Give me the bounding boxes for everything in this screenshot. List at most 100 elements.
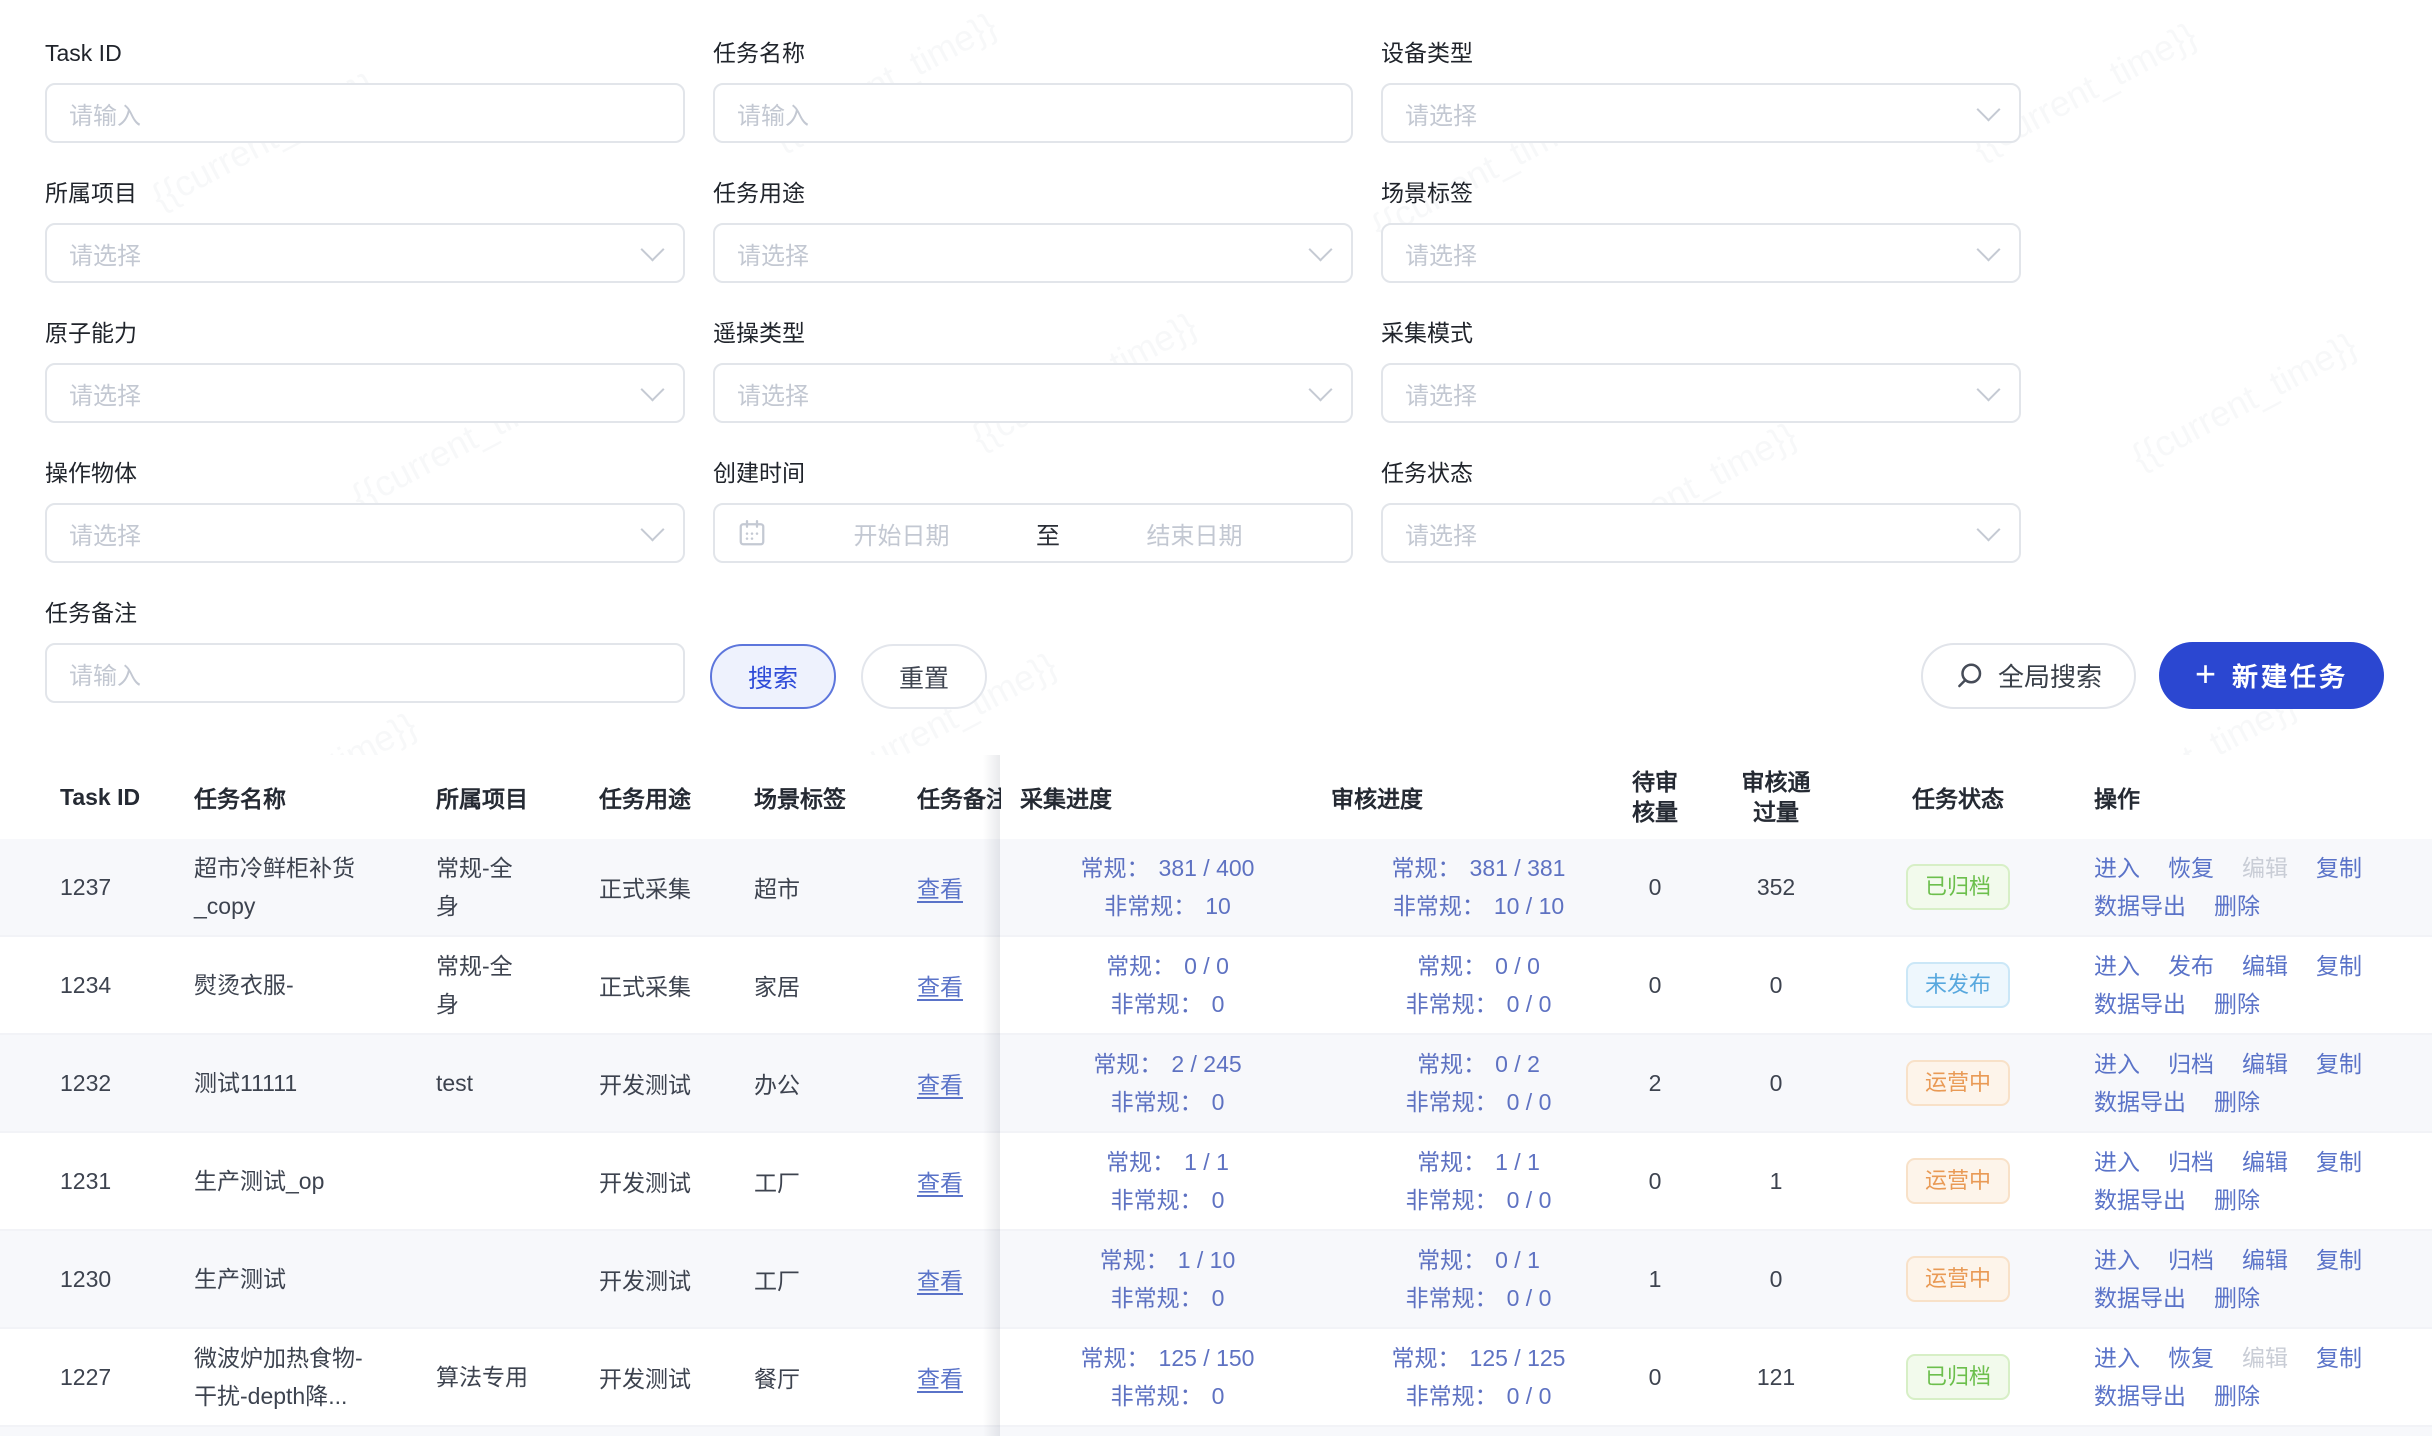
placeholder-text: 请输入 xyxy=(69,656,141,691)
action-copy[interactable]: 复制 xyxy=(2316,1248,2362,1273)
action-export[interactable]: 数据导出 xyxy=(2094,894,2186,919)
task_name-input[interactable]: 请输入 xyxy=(713,83,1353,143)
col-header-passed: 审核通 过量 xyxy=(1715,755,1837,839)
action-enter[interactable]: 进入 xyxy=(2094,954,2140,979)
action-edit[interactable]: 编辑 xyxy=(2242,1248,2288,1273)
chevron-down-icon xyxy=(1976,97,2000,121)
task_status-select[interactable]: 请选择 xyxy=(1381,503,2021,563)
cell-actions: 进入恢复编辑复制数据导出删除 xyxy=(2094,839,2394,935)
chevron-down-icon xyxy=(640,517,664,541)
cell-task-name: 生产测试 xyxy=(194,1231,408,1327)
action-edit[interactable]: 编辑 xyxy=(2242,1052,2288,1077)
task_purpose-select[interactable]: 请选择 xyxy=(713,223,1353,283)
action-archive[interactable]: 归档 xyxy=(2168,1150,2214,1175)
action-edit[interactable]: 编辑 xyxy=(2242,954,2288,979)
action-enter[interactable]: 进入 xyxy=(2094,1248,2140,1273)
progress-line: 常规：0 / 0 xyxy=(1417,947,1540,985)
atomic_capability-select[interactable]: 请选择 xyxy=(45,363,685,423)
col-header-pending: 待审 核量 xyxy=(1600,755,1710,839)
task_id-input[interactable]: 请输入 xyxy=(45,83,685,143)
progress-label: 常规： xyxy=(1093,1045,1162,1083)
action-enter[interactable]: 进入 xyxy=(2094,1346,2140,1371)
start-date-placeholder: 开始日期 xyxy=(767,516,1036,551)
progress-value: 381 / 400 xyxy=(1159,849,1255,887)
device_type-select[interactable]: 请选择 xyxy=(1381,83,2021,143)
filter-label-task_note: 任务备注 xyxy=(45,596,685,630)
create_time-daterange[interactable]: 开始日期至结束日期 xyxy=(713,503,1353,563)
placeholder-text: 请选择 xyxy=(1405,96,1477,131)
action-export[interactable]: 数据导出 xyxy=(2094,1286,2186,1311)
action-archive[interactable]: 归档 xyxy=(2168,1052,2214,1077)
cell-collect-progress: 常规：1 / 1非常规：0 xyxy=(1020,1133,1315,1229)
action-archive[interactable]: 归档 xyxy=(2168,1248,2214,1273)
action-delete[interactable]: 删除 xyxy=(2214,1384,2260,1409)
cell-pending-count: 0 xyxy=(1600,1329,1710,1425)
search-button[interactable]: 搜索 xyxy=(710,644,836,709)
cell-purpose: 开发测试 xyxy=(599,1035,739,1131)
action-export[interactable]: 数据导出 xyxy=(2094,1384,2186,1409)
action-copy[interactable]: 复制 xyxy=(2316,1052,2362,1077)
action-delete[interactable]: 删除 xyxy=(2214,1090,2260,1115)
plus-icon: + xyxy=(2195,656,2216,692)
project-select[interactable]: 请选择 xyxy=(45,223,685,283)
operate_object-select[interactable]: 请选择 xyxy=(45,503,685,563)
view-note-link[interactable]: 查看 xyxy=(917,1360,963,1394)
placeholder-text: 请选择 xyxy=(69,516,141,551)
collect_mode-select[interactable]: 请选择 xyxy=(1381,363,2021,423)
cell-actions: 进入 发布 编辑 复制数据导出 删除 xyxy=(2094,937,2394,1033)
action-enter[interactable]: 进入 xyxy=(2094,1052,2140,1077)
view-note-link[interactable]: 查看 xyxy=(917,1164,963,1198)
cell-passed-count: 352 xyxy=(1715,839,1837,935)
cell-scene: 家居 xyxy=(754,937,884,1033)
cell-scene: 工厂 xyxy=(754,1133,884,1229)
table-row: 1237超市冷鲜柜补货 _copy常规-全 身正式采集超市查看常规：381 / … xyxy=(0,839,2432,937)
progress-line: 非常规：0 / 0 xyxy=(1406,1279,1552,1317)
new-task-button[interactable]: + 新建任务 xyxy=(2159,642,2384,709)
filter-label-teleop_type: 遥操类型 xyxy=(713,316,1353,350)
action-restore[interactable]: 恢复 xyxy=(2168,1346,2214,1371)
action-copy[interactable]: 复制 xyxy=(2316,1150,2362,1175)
view-note-link[interactable]: 查看 xyxy=(917,1262,963,1296)
cell-review-progress: 常规：1 / 1非常规：0 / 0 xyxy=(1331,1133,1626,1229)
cell-status: 已归档 xyxy=(1875,1329,2041,1425)
progress-line: 常规：125 / 150 xyxy=(1081,1339,1255,1377)
action-export[interactable]: 数据导出 xyxy=(2094,1090,2186,1115)
action-delete[interactable]: 删除 xyxy=(2214,1286,2260,1311)
chevron-down-icon xyxy=(640,237,664,261)
action-export[interactable]: 数据导出 xyxy=(2094,1188,2186,1213)
task_note-input[interactable]: 请输入 xyxy=(45,643,685,703)
cell-review-progress: 常规：381 / 381非常规：10 / 10 xyxy=(1331,839,1626,935)
action-restore[interactable]: 恢复 xyxy=(2168,856,2214,881)
view-note-link[interactable]: 查看 xyxy=(917,1066,963,1100)
cell-review-progress: 常规：125 / 125非常规：0 / 0 xyxy=(1331,1329,1626,1425)
placeholder-text: 请选择 xyxy=(69,236,141,271)
chevron-down-icon xyxy=(1308,377,1332,401)
progress-label: 非常规： xyxy=(1406,1377,1498,1415)
filter-label-operate_object: 操作物体 xyxy=(45,456,685,490)
action-delete[interactable]: 删除 xyxy=(2214,894,2260,919)
action-copy[interactable]: 复制 xyxy=(2316,1346,2362,1371)
filter-field-create_time: 创建时间开始日期至结束日期 xyxy=(713,456,1353,596)
action-export[interactable]: 数据导出 xyxy=(2094,992,2186,1017)
progress-label: 常规： xyxy=(1417,1143,1486,1181)
action-copy[interactable]: 复制 xyxy=(2316,954,2362,979)
scene_tag-select[interactable]: 请选择 xyxy=(1381,223,2021,283)
action-enter[interactable]: 进入 xyxy=(2094,1150,2140,1175)
progress-line: 非常规：0 / 0 xyxy=(1406,1377,1552,1415)
action-enter[interactable]: 进入 xyxy=(2094,856,2140,881)
progress-value: 0 / 0 xyxy=(1495,947,1540,985)
action-delete[interactable]: 删除 xyxy=(2214,992,2260,1017)
action-copy[interactable]: 复制 xyxy=(2316,856,2362,881)
progress-line: 常规：1 / 1 xyxy=(1106,1143,1229,1181)
reset-button[interactable]: 重置 xyxy=(861,644,987,709)
cell-pending-count: 2 xyxy=(1600,1035,1710,1131)
action-publish[interactable]: 发布 xyxy=(2168,954,2214,979)
progress-value: 1 / 1 xyxy=(1184,1143,1229,1181)
filter-label-task_id: Task ID xyxy=(45,36,685,70)
teleop_type-select[interactable]: 请选择 xyxy=(713,363,1353,423)
view-note-link[interactable]: 查看 xyxy=(917,968,963,1002)
action-edit[interactable]: 编辑 xyxy=(2242,1150,2288,1175)
global-search-button[interactable]: 全局搜索 xyxy=(1921,643,2136,709)
view-note-link[interactable]: 查看 xyxy=(917,870,963,904)
action-delete[interactable]: 删除 xyxy=(2214,1188,2260,1213)
